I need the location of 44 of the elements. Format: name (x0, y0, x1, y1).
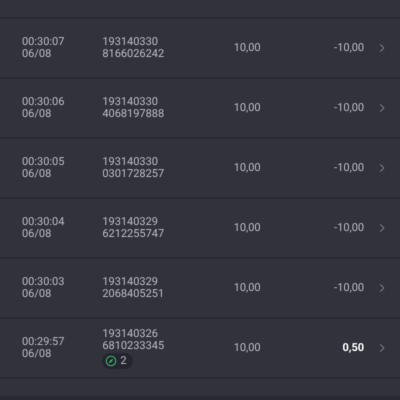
list-row[interactable]: 00:30:03 06/08 193140329 2068405251 10,00 -10,00 (0, 259, 400, 317)
count-badge: 2 (102, 352, 133, 368)
reference-text: 2068405251 (102, 288, 166, 300)
id-text: 193140330 (102, 96, 159, 108)
list-row[interactable]: 00:30:07 06/08 193140330 8166026242 10,00 -10,00 (0, 19, 400, 77)
reference-text: 6810233345 (102, 340, 166, 352)
id-text: 193140329 (102, 276, 159, 288)
date-text: 06/08 (22, 348, 52, 360)
date-text: 06/08 (22, 168, 52, 180)
date-text: 06/08 (22, 228, 52, 240)
date-text: 06/08 (22, 48, 52, 60)
amount-text: 10,00 (234, 102, 262, 114)
list-row[interactable]: 00:30:05 06/08 193140330 0301728257 10,00 -10,00 (0, 139, 400, 197)
result-text: -10,00 (334, 222, 364, 234)
result-text: -10,00 (334, 42, 364, 54)
amount-text: 10,00 (234, 222, 262, 234)
date-text: 06/08 (22, 288, 52, 300)
amount-text: 10,00 (234, 42, 262, 54)
amount-text: 10,00 (234, 162, 262, 174)
amount-text: 10,00 (234, 342, 262, 354)
list-row[interactable]: 00:29:57 06/08 193140326 6810233345 2 10,00 0,50 (0, 319, 400, 377)
time-text: 00:30:04 (22, 216, 66, 228)
reference-text: 4068197888 (102, 108, 166, 120)
reference-text: 6212255747 (102, 228, 166, 240)
id-text: 193140326 (102, 328, 159, 340)
time-text: 00:29:57 (22, 336, 66, 348)
time-text: 00:30:03 (22, 276, 66, 288)
result-text: 0,50 (342, 342, 364, 354)
time-text: 00:30:07 (22, 36, 66, 48)
result-text: -10,00 (334, 162, 364, 174)
list-row[interactable]: 00:30:04 06/08 193140329 6212255747 10,00 -10,00 (0, 199, 400, 257)
list-row[interactable]: 00:30:06 06/08 193140330 4068197888 10,00 -10,00 (0, 79, 400, 137)
id-text: 193140330 (102, 36, 159, 48)
time-text: 00:30:06 (22, 96, 66, 108)
result-text: -10,00 (334, 102, 364, 114)
result-text: -10,00 (334, 282, 364, 294)
compass-icon (105, 354, 118, 366)
reference-text: 0301728257 (102, 168, 166, 180)
amount-text: 10,00 (234, 282, 262, 294)
reference-text: 8166026242 (102, 48, 166, 60)
id-text: 193140329 (102, 216, 159, 228)
id-text: 193140330 (102, 156, 159, 168)
time-text: 00:30:05 (22, 156, 66, 168)
date-text: 06/08 (22, 108, 52, 120)
